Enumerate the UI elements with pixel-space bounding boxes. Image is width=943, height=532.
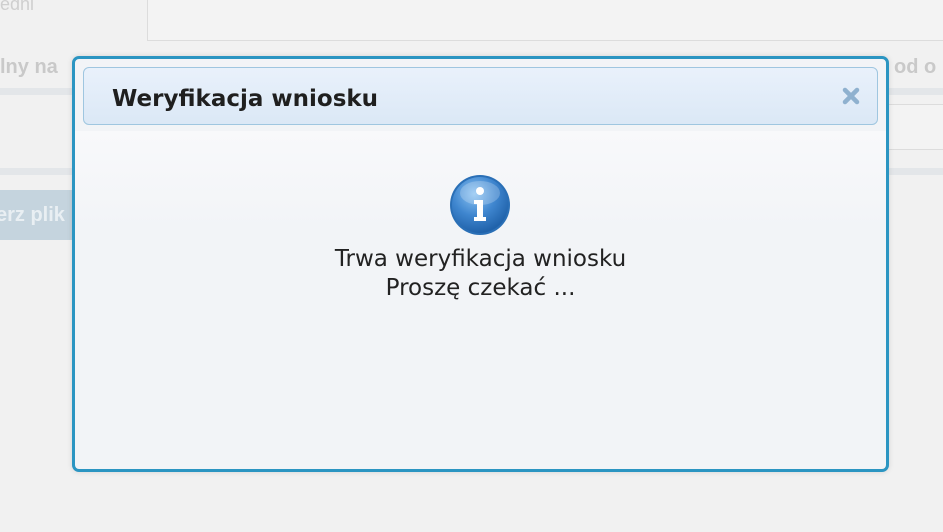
dialog-title-bar[interactable]: Weryfikacja wniosku [83, 67, 878, 125]
background-field-label: edni [0, 0, 35, 14]
background-section-label-right: od o [894, 56, 937, 78]
info-icon [448, 173, 512, 237]
background-choose-file-button: erz plik [0, 190, 80, 240]
message-line-status: Trwa weryfikacja wniosku [334, 246, 627, 272]
background-section-label: lny na [0, 56, 58, 78]
dialog-title: Weryfikacja wniosku [112, 86, 379, 112]
verification-dialog: Weryfikacja wniosku Trwa weryfikacja wni… [72, 56, 889, 472]
background-input-field [147, 0, 943, 41]
background-input-field-right [884, 104, 943, 150]
dialog-message: Trwa weryfikacja wniosku Proszę czekać .… [75, 245, 886, 303]
message-line-wait: Proszę czekać ... [385, 275, 576, 301]
close-icon[interactable] [837, 82, 865, 110]
dialog-content: Trwa weryfikacja wniosku Proszę czekać .… [75, 131, 886, 461]
